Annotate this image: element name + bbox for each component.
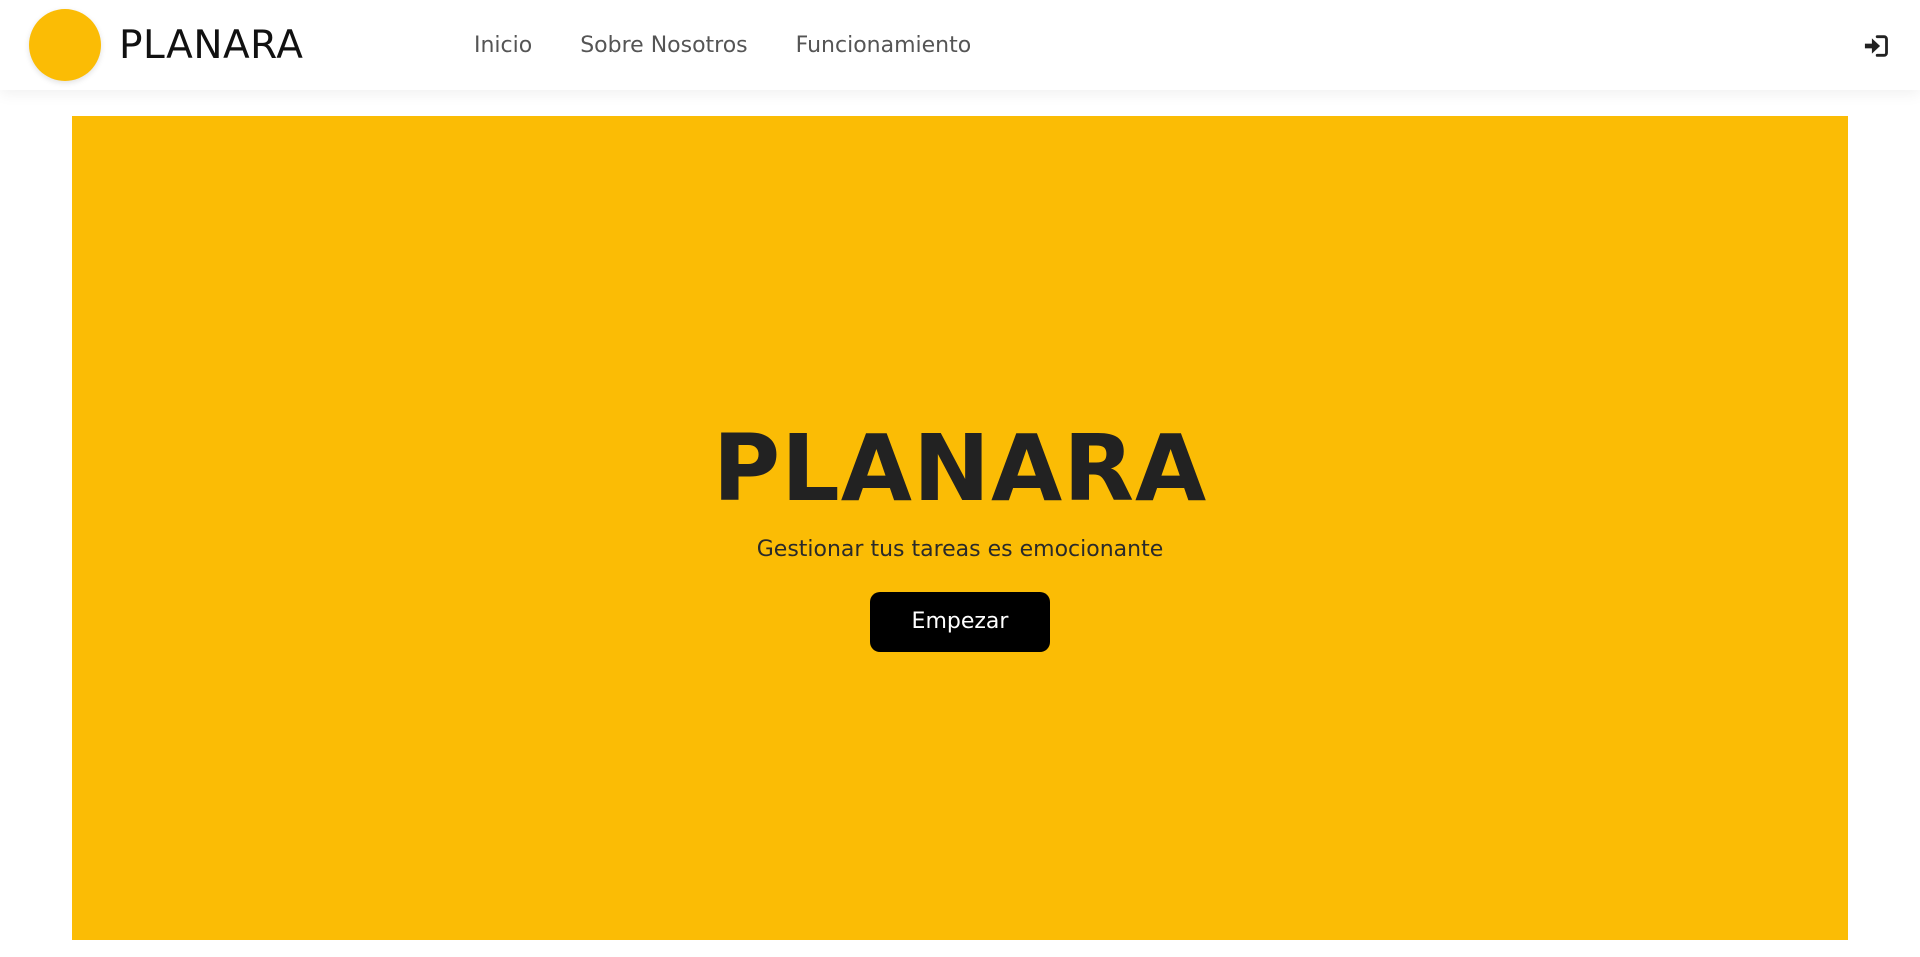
- hero-title: PLANARA: [712, 415, 1208, 522]
- brand-logo: [29, 9, 101, 81]
- brand-link[interactable]: PLANARA: [29, 9, 303, 81]
- brand-name: PLANARA: [119, 22, 304, 68]
- sign-in-icon[interactable]: [1862, 32, 1890, 60]
- hero-section: PLANARA Gestionar tus tareas es emociona…: [72, 116, 1848, 940]
- hero-subtitle: Gestionar tus tareas es emocionante: [756, 537, 1164, 562]
- nav-link-sobre-nosotros[interactable]: Sobre Nosotros: [580, 30, 747, 62]
- nav-link-inicio[interactable]: Inicio: [474, 30, 532, 62]
- navbar: PLANARA Inicio Sobre Nosotros Funcionami…: [0, 0, 1920, 90]
- nav-link-funcionamiento[interactable]: Funcionamiento: [796, 30, 972, 62]
- nav-links: Inicio Sobre Nosotros Funcionamiento: [474, 30, 971, 62]
- start-button[interactable]: Empezar: [870, 592, 1050, 652]
